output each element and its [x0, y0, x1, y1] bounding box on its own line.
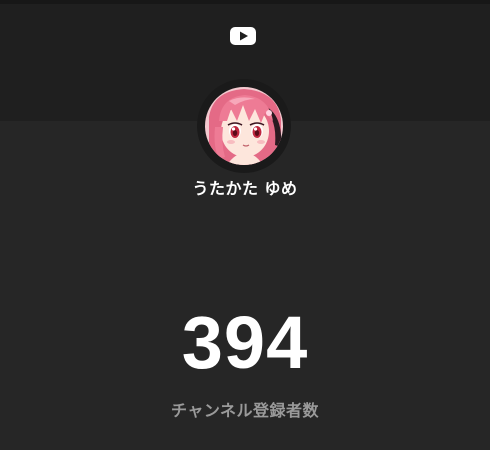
- channel-name[interactable]: うたかた ゆめ: [0, 175, 490, 199]
- subscriber-count-label: チャンネル登録者数: [170, 401, 320, 420]
- avatar-frame: [197, 79, 291, 173]
- anime-character-avatar-icon: [205, 87, 283, 165]
- avatar[interactable]: [205, 87, 283, 165]
- subscriber-count: 394: [181, 301, 309, 384]
- youtube-play-icon[interactable]: [230, 27, 256, 45]
- subscriber-counter-page: うたかた ゆめ 394 チャンネル登録者数: [0, 0, 490, 450]
